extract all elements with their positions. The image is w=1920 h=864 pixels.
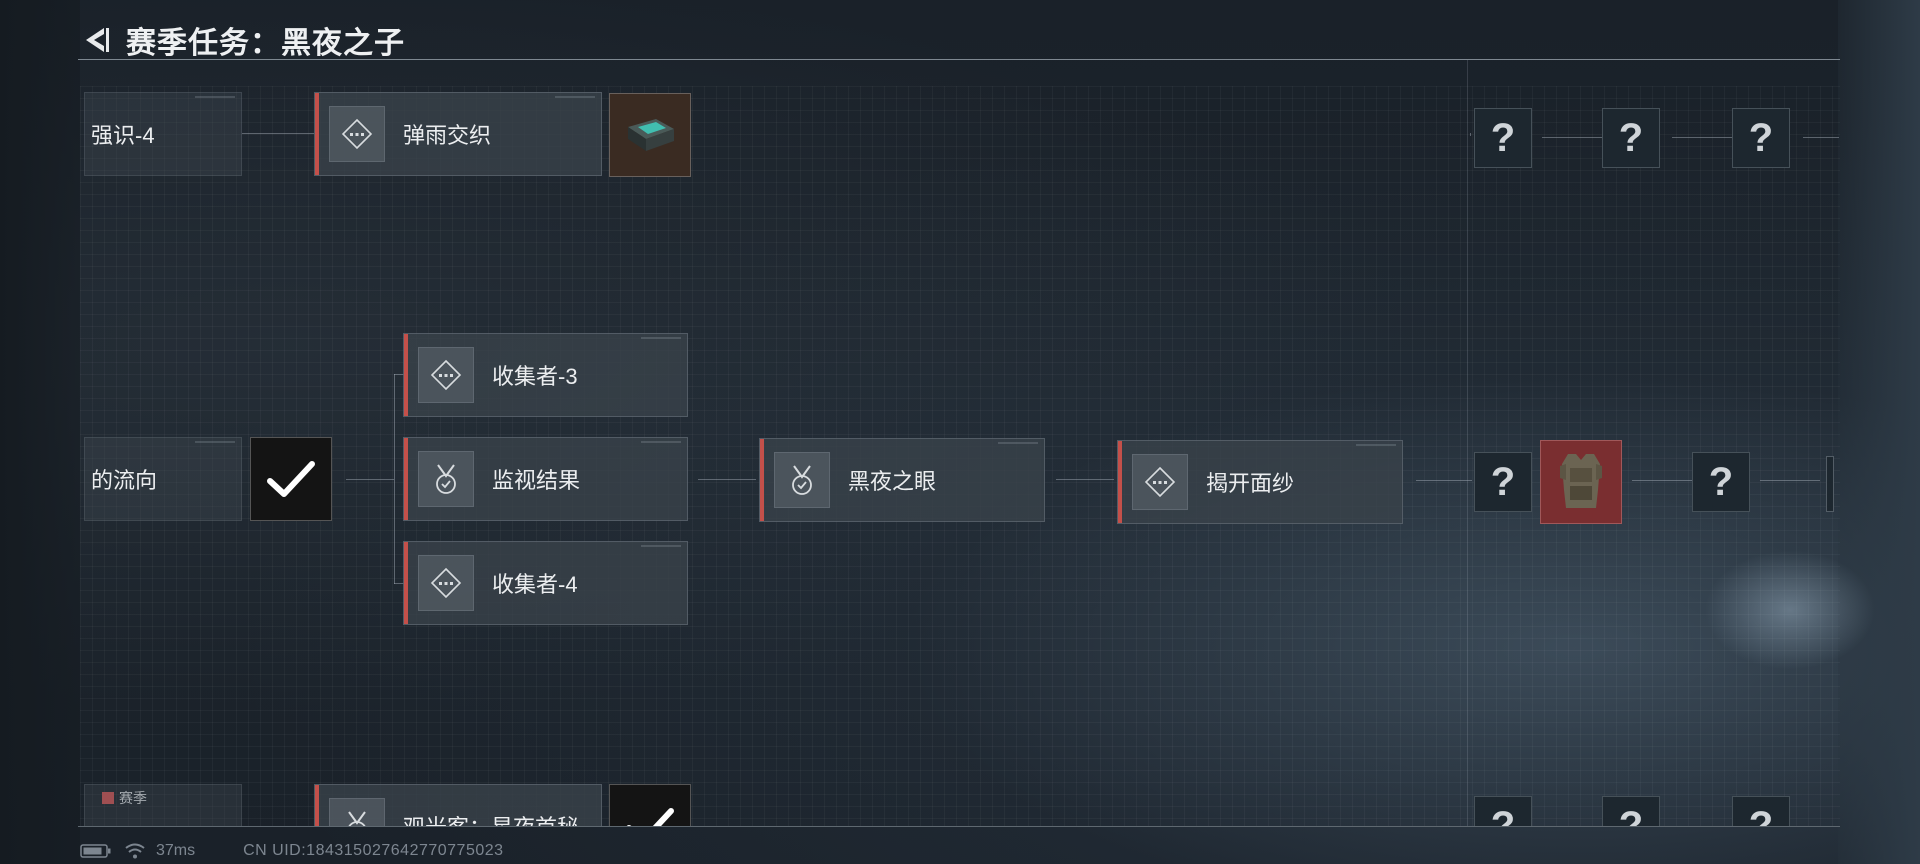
- ping-value: 37ms: [156, 842, 196, 859]
- task-icon-box: [418, 555, 474, 611]
- task-icon-box: [329, 798, 385, 826]
- locked-task-bottom-wrap[interactable]: ?: [1602, 796, 1660, 826]
- connector: [1760, 480, 1820, 481]
- locked-task-unknown: ?: [1602, 796, 1660, 826]
- diamond-dots-icon: [1144, 466, 1176, 498]
- locked-task-unknown[interactable]: ?: [1692, 452, 1750, 512]
- card-corner-line: [998, 442, 1038, 444]
- checkmark-icon: [626, 808, 674, 826]
- reward-claimed[interactable]: [250, 437, 332, 521]
- diamond-dots-icon: [430, 359, 462, 391]
- header-divider: [78, 59, 1840, 60]
- task-card-danyu[interactable]: 弹雨交织: [314, 92, 602, 176]
- card-corner-line: [555, 96, 595, 98]
- task-card-bottom-wrap[interactable]: 观光客：星夜首秘: [314, 784, 602, 826]
- connector: [1672, 137, 1732, 138]
- right-shade: [1838, 0, 1920, 864]
- task-card-partial-bottom: 之下: [84, 784, 242, 826]
- task-icon-box: [774, 452, 830, 508]
- page-title: 赛季任务：黑夜之子: [126, 27, 405, 60]
- task-card-partial-mid[interactable]: 的流向: [84, 437, 242, 521]
- task-icon-box: [329, 106, 385, 162]
- connector: [346, 479, 394, 480]
- locked-task-unknown: ?: [1732, 796, 1790, 826]
- task-card-night-eye[interactable]: 黑夜之眼: [759, 438, 1045, 522]
- section-divider: [1467, 60, 1468, 826]
- task-label: 揭开面纱: [1206, 471, 1295, 496]
- task-card-monitor[interactable]: 监视结果: [403, 437, 688, 521]
- card-corner-line: [641, 441, 681, 443]
- locked-task-unknown[interactable]: ?: [1602, 108, 1660, 168]
- locked-task-unknown[interactable]: ?: [1732, 108, 1790, 168]
- task-card-collector-4[interactable]: 收集者-4: [403, 541, 688, 625]
- task-card-unveil[interactable]: 揭开面纱: [1117, 440, 1403, 524]
- diamond-dots-icon: [341, 118, 373, 150]
- task-icon-box: [1132, 454, 1188, 510]
- task-label: 收集者-4: [492, 572, 578, 597]
- ammo-box-icon: [628, 119, 674, 151]
- task-label: 观光客：星夜首秘: [403, 810, 579, 826]
- locked-task-edge[interactable]: [1826, 456, 1834, 512]
- connector: [1416, 480, 1472, 481]
- task-card-collector-3[interactable]: 收集者-3: [403, 333, 688, 417]
- task-icon-box: [418, 347, 474, 403]
- reward-bottom-wrap[interactable]: [609, 784, 691, 826]
- connector: [1542, 137, 1602, 138]
- task-label: 的流向: [91, 468, 158, 493]
- armor-vest-icon: [1560, 454, 1602, 508]
- user-uid: CN UID:184315027642770775023: [243, 842, 504, 859]
- task-label: 黑夜之眼: [848, 469, 937, 494]
- connector: [242, 133, 314, 134]
- card-corner-line: [641, 337, 681, 339]
- footer-divider: [78, 826, 1840, 827]
- connector: [1056, 479, 1114, 480]
- connector: [1470, 133, 1471, 136]
- medal-icon: [436, 464, 456, 494]
- page-header: 赛季任务：黑夜之子: [78, 18, 405, 62]
- left-shade: [0, 0, 80, 864]
- back-arrow-icon: [86, 28, 109, 52]
- wifi-icon: [125, 843, 145, 859]
- locked-task-unknown: ?: [1474, 796, 1532, 826]
- connector: [394, 374, 395, 584]
- card-corner-line: [195, 441, 235, 443]
- checkmark-icon: [267, 461, 315, 497]
- task-card-partial-bottom-wrap[interactable]: 之下: [84, 784, 242, 826]
- diamond-dots-icon: [430, 567, 462, 599]
- medal-icon: [348, 811, 366, 826]
- task-icon-box: [418, 451, 474, 507]
- locked-task-bottom-wrap[interactable]: ?: [1474, 796, 1532, 826]
- battery-icon: [80, 844, 111, 858]
- reward-claimed: [609, 784, 691, 826]
- reward-armor-vest[interactable]: [1540, 440, 1622, 524]
- task-label: 强识-4: [91, 123, 155, 148]
- reward-ammo-box[interactable]: [609, 93, 691, 177]
- locked-task-unknown[interactable]: ?: [1474, 452, 1532, 512]
- card-corner-line: [1356, 444, 1396, 446]
- task-label: 弹雨交织: [403, 123, 492, 148]
- connector: [1632, 480, 1692, 481]
- status-bar: 37ms CN UID:184315027642770775023: [80, 842, 504, 860]
- task-card-partial-top[interactable]: 强识-4: [84, 92, 242, 176]
- connector: [698, 479, 756, 480]
- locked-task-unknown[interactable]: ?: [1474, 108, 1532, 168]
- card-corner-line: [641, 545, 681, 547]
- task-label: 监视结果: [492, 468, 581, 493]
- task-card-sightseer: 观光客：星夜首秘: [314, 784, 602, 826]
- medal-icon: [792, 465, 812, 495]
- connector: [1803, 137, 1839, 138]
- lightning-glow: [1690, 540, 1890, 680]
- back-button[interactable]: [78, 22, 114, 58]
- task-label: 收集者-3: [492, 364, 578, 389]
- card-corner-line: [195, 96, 235, 98]
- locked-task-bottom-wrap[interactable]: ?: [1732, 796, 1790, 826]
